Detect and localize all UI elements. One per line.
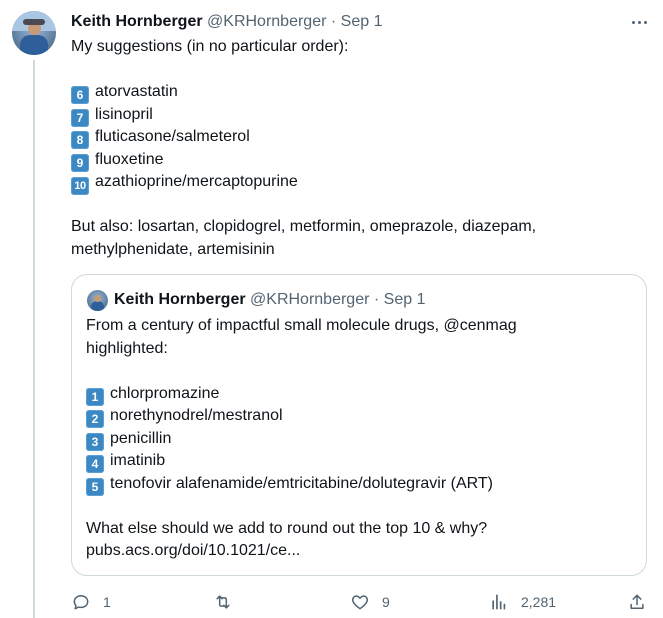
keycap-5-icon: 5 <box>86 477 104 496</box>
keycap-7-icon: 7 <box>71 108 89 127</box>
action-bar: 1 9 2,281 <box>71 590 651 614</box>
list-item: 9 fluoxetine <box>71 149 641 172</box>
quote-text: From a century of impactful small molecu… <box>86 315 631 563</box>
views-button[interactable]: 2,281 <box>489 590 556 614</box>
keycap-6-icon: 6 <box>71 86 89 104</box>
quote-date: Sep 1 <box>383 291 426 308</box>
tweet-also-line: methylphenidate, artemisinin <box>71 240 275 258</box>
retweet-icon <box>216 595 230 609</box>
keycap-3-icon: 3 <box>86 432 104 451</box>
keycap-2-icon: 2 <box>86 410 104 428</box>
share-button[interactable] <box>627 590 647 614</box>
keycap-10-icon: 10 <box>71 177 89 195</box>
like-count: 9 <box>382 594 390 610</box>
list-item: 6 atorvastatin <box>71 81 641 104</box>
quote-intro: highlighted: <box>86 339 168 357</box>
quote-intro: From a century of impactful small molecu… <box>86 317 517 334</box>
list-item: 7 lisinopril <box>71 104 641 127</box>
tweet-header: Keith Hornberger @KRHornberger · Sep 1 <box>71 12 382 32</box>
reply-icon <box>73 595 89 610</box>
list-item: 5 tenofovir alafenamide/emtricitabine/dol… <box>86 473 631 496</box>
reply-count: 1 <box>103 594 111 610</box>
more-icon[interactable] <box>627 12 651 32</box>
quote-avatar <box>87 290 108 311</box>
quoted-tweet[interactable]: Keith Hornberger @KRHornberger · Sep 1 F… <box>71 274 647 576</box>
quote-link[interactable]: pubs.acs.org/doi/10.1021/ce... <box>86 540 631 563</box>
list-item: 3 penicillin <box>86 428 631 451</box>
list-item: 8 fluticasone/salmeterol <box>71 126 641 149</box>
tweet-also-line: But also: losartan, clopidogrel, metform… <box>71 218 537 235</box>
tweet-date[interactable]: Sep 1 <box>341 13 383 30</box>
thread-line <box>33 60 35 618</box>
quote-header: Keith Hornberger @KRHornberger · Sep 1 <box>114 289 425 311</box>
quote-author-name: Keith Hornberger <box>114 291 246 308</box>
separator-dot: · <box>330 13 337 30</box>
views-icon <box>492 594 506 610</box>
author-avatar[interactable] <box>12 11 56 55</box>
list-item: 1 chlorpromazine <box>86 383 631 406</box>
keycap-9-icon: 9 <box>71 153 89 172</box>
retweet-button[interactable] <box>213 590 245 614</box>
quote-question: What else should we add to round out the… <box>86 519 488 537</box>
keycap-4-icon: 4 <box>86 455 104 473</box>
separator-dot: · <box>373 291 380 308</box>
list-item: 4 imatinib <box>86 450 631 473</box>
quote-author-handle: @KRHornberger <box>250 291 370 308</box>
share-icon <box>630 594 644 609</box>
tweet-intro: My suggestions (in no particular order): <box>71 38 349 55</box>
keycap-1-icon: 1 <box>86 387 104 406</box>
like-button[interactable]: 9 <box>350 590 390 614</box>
reply-button[interactable]: 1 <box>71 590 111 614</box>
like-icon <box>351 595 369 610</box>
list-item: 2 norethynodrel/mestranol <box>86 405 631 428</box>
list-item: 10 azathioprine/mercaptopurine <box>71 171 641 195</box>
author-name[interactable]: Keith Hornberger <box>71 13 203 30</box>
keycap-8-icon: 8 <box>71 131 89 149</box>
author-handle[interactable]: @KRHornberger <box>207 13 326 30</box>
views-count: 2,281 <box>521 594 557 610</box>
tweet-text: My suggestions (in no particular order):… <box>71 36 641 261</box>
